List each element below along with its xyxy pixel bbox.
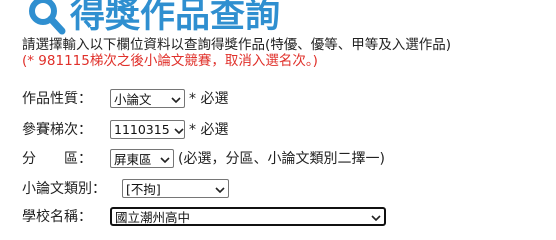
school-select-value: 國立潮州高中 (115, 209, 191, 225)
region-row: 分 區： 屏東區 (必選，分區、小論文類別二擇一) (22, 148, 385, 168)
round-required-note: * 必選 (189, 122, 229, 138)
type-select-value: 小論文 (114, 91, 152, 107)
type-select[interactable]: 小論文 (110, 88, 185, 108)
category-select-value: [不拘] (126, 181, 161, 197)
school-row: 學校名稱： 國立潮州高中 (22, 206, 386, 226)
chevron-down-icon (160, 151, 170, 166)
category-row: 小論文類別： [不拘] (22, 178, 229, 198)
page-title: 得獎作品查詢 (70, 0, 281, 36)
round-select[interactable]: 1110315 (110, 119, 185, 139)
region-select[interactable]: 屏東區 (110, 148, 174, 168)
type-label: 作品性質： (22, 91, 92, 107)
round-label: 參賽梯次： (22, 122, 92, 138)
type-required-note: * 必選 (189, 91, 229, 107)
chevron-down-icon (174, 122, 184, 137)
round-row: 參賽梯次： 1110315 * 必選 (22, 119, 228, 139)
region-required-note: (必選，分區、小論文類別二擇一) (178, 151, 385, 167)
chevron-down-icon (171, 91, 181, 106)
region-label: 分 區： (22, 151, 92, 167)
round-select-value: 1110315 (114, 121, 170, 137)
school-select[interactable]: 國立潮州高中 (110, 206, 386, 226)
category-label: 小論文類別： (22, 181, 106, 197)
instruction-note: (* 981115梯次之後小論文競賽，取消入選名次。) (22, 53, 318, 69)
instruction-text: 請選擇輸入以下欄位資料以查詢得獎作品(特優、優等、甲等及入選作品) (22, 37, 452, 53)
chevron-down-icon (371, 209, 381, 224)
category-select[interactable]: [不拘] (122, 178, 229, 198)
chevron-down-icon (215, 181, 225, 196)
type-row: 作品性質： 小論文 * 必選 (22, 88, 228, 108)
search-icon (28, 0, 66, 36)
page-header: 得獎作品查詢 (28, 0, 280, 38)
instructions: 請選擇輸入以下欄位資料以查詢得獎作品(特優、優等、甲等及入選作品) (* 981… (22, 37, 451, 69)
region-select-value: 屏東區 (114, 151, 152, 167)
school-label: 學校名稱： (22, 209, 92, 225)
